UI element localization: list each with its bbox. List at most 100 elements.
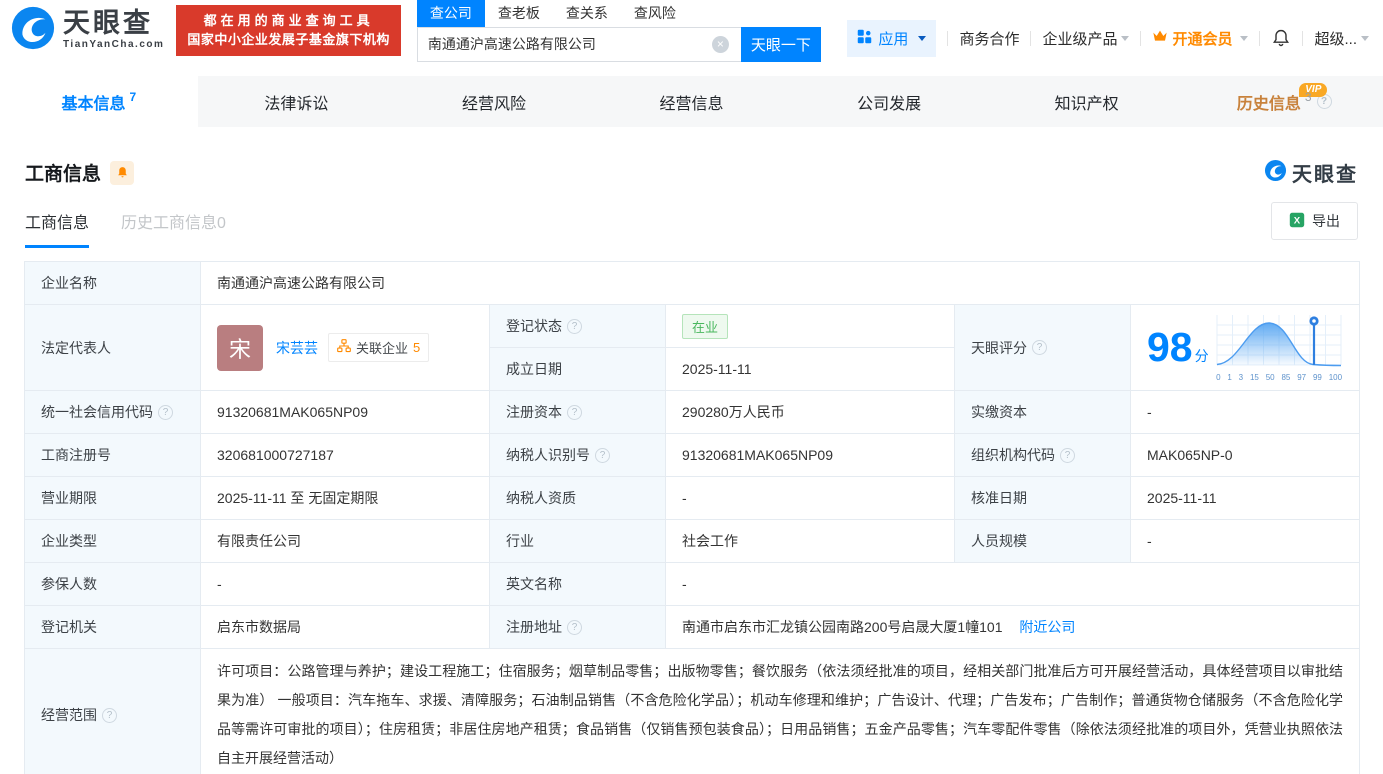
divider xyxy=(1259,30,1261,46)
search-tab-relation[interactable]: 查关系 xyxy=(553,0,621,27)
divider xyxy=(1302,30,1304,46)
field-value-legal-rep: 宋 宋芸芸 关联企业 5 xyxy=(200,304,490,391)
search-tab-boss[interactable]: 查老板 xyxy=(485,0,553,27)
chevron-down-icon xyxy=(1121,35,1130,41)
nearby-companies-link[interactable]: 附近公司 xyxy=(1019,619,1075,635)
field-label-taxpayer-qualification: 纳税人资质 xyxy=(489,476,666,520)
crown-icon xyxy=(1152,29,1168,47)
export-label: 导出 xyxy=(1312,213,1340,229)
label-text: 登记状态 xyxy=(506,318,562,334)
tab-operating-info[interactable]: 经营信息 xyxy=(593,76,791,127)
search-tab-risk[interactable]: 查风险 xyxy=(621,0,689,27)
related-companies-label: 关联企业 xyxy=(356,341,409,356)
related-companies-badge[interactable]: 关联企业 5 xyxy=(328,333,430,362)
help-icon[interactable]: ? xyxy=(102,707,117,723)
field-label-score: 天眼评分? xyxy=(954,304,1131,391)
score-distribution-chart: 0 1 3 15 50 85 97 99 100 xyxy=(1215,313,1343,382)
promo-banner[interactable]: 都在用的商业查询工具 国家中小企业发展子基金旗下机构 xyxy=(176,4,401,56)
tab-operating-risk[interactable]: 经营风险 xyxy=(395,76,593,127)
nav-business-cooperation[interactable]: 商务合作 xyxy=(959,28,1019,49)
table-row: 企业类型 有限责任公司 行业 社会工作 人员规模 - xyxy=(24,519,1361,563)
company-section-tabs: 基本信息 7 法律诉讼 经营风险 经营信息 公司发展 知识产权 VIP 历史信息… xyxy=(0,76,1383,127)
field-value-business-term: 2025-11-11 至 无固定期限 xyxy=(200,476,490,520)
subtab-business-info[interactable]: 工商信息 xyxy=(25,209,90,248)
label-text: 注册地址 xyxy=(506,619,562,635)
nav-enterprise-products[interactable]: 企业级产品 xyxy=(1042,28,1130,49)
score-value: 98 xyxy=(1147,324,1193,370)
help-icon[interactable]: ? xyxy=(158,404,173,420)
tianyancha-watermark-icon xyxy=(1264,159,1287,187)
field-value-establish-date: 2025-11-11 xyxy=(665,347,955,391)
search-tab-company[interactable]: 查公司 xyxy=(416,0,485,27)
table-row: 统一社会信用代码? 91320681MAK065NP09 注册资本? 29028… xyxy=(24,390,1361,434)
help-icon[interactable]: ? xyxy=(567,404,582,420)
section-title: 工商信息 xyxy=(25,164,102,185)
tab-count: 7 xyxy=(129,89,137,104)
help-icon[interactable]: ? xyxy=(1032,340,1047,355)
tab-count: 3 xyxy=(1304,89,1312,104)
status-badge: 在业 xyxy=(682,313,729,339)
help-icon[interactable]: ? xyxy=(567,619,582,635)
apps-menu[interactable]: 应用 xyxy=(847,19,937,57)
search-tabs: 查公司 查老板 查关系 查风险 xyxy=(416,0,821,27)
field-value-reg-number: 320681000727187 xyxy=(200,433,490,477)
org-chart-icon xyxy=(337,339,351,356)
chevron-down-icon xyxy=(1361,35,1369,41)
label-text: 纳税人识别号 xyxy=(506,447,590,463)
search-button[interactable]: 天眼一下 xyxy=(740,26,821,62)
table-row: 营业期限 2025-11-11 至 无固定期限 纳税人资质 - 核准日期 202… xyxy=(24,476,1361,520)
notification-bell-icon[interactable] xyxy=(1271,28,1291,48)
section-header: 工商信息 天眼查 xyxy=(0,158,1383,187)
field-label-company-type: 企业类型 xyxy=(24,519,201,563)
help-icon[interactable]: ? xyxy=(567,318,582,334)
legal-rep-name-link[interactable]: 宋芸芸 xyxy=(276,338,318,358)
table-row: 工商注册号 320681000727187 纳税人识别号? 91320681MA… xyxy=(24,433,1361,477)
svg-text:X: X xyxy=(1294,215,1301,226)
search-input[interactable] xyxy=(416,26,741,62)
subtab-history-business-info[interactable]: 历史工商信息0 xyxy=(121,209,226,248)
user-menu[interactable]: 超级... xyxy=(1314,28,1369,49)
tab-label: 经营风险 xyxy=(461,95,526,113)
legal-rep-avatar[interactable]: 宋 xyxy=(217,324,263,371)
tab-intellectual-property[interactable]: 知识产权 xyxy=(988,76,1186,127)
tab-company-development[interactable]: 公司发展 xyxy=(790,76,988,127)
chevron-down-icon xyxy=(918,35,927,41)
field-label-taxpayer-id: 纳税人识别号? xyxy=(489,433,666,477)
field-label-legal-rep: 法定代表人 xyxy=(24,304,201,391)
table-row: 参保人数 - 英文名称 - xyxy=(24,562,1361,606)
tianyancha-logo[interactable]: 天眼查 TianYanCha.com xyxy=(10,5,164,56)
label-text: 组织机构代码 xyxy=(971,447,1055,463)
field-value-taxpayer-qualification: - xyxy=(665,476,955,520)
help-icon[interactable]: ? xyxy=(1060,447,1075,463)
field-label-establish-date: 成立日期 xyxy=(489,347,666,391)
clear-icon[interactable]: × xyxy=(711,35,729,53)
field-label-credit-code: 统一社会信用代码? xyxy=(24,390,201,434)
field-label-reg-status: 登记状态? xyxy=(489,304,666,348)
tab-label: 历史信息 xyxy=(1236,95,1301,113)
export-button[interactable]: X 导出 xyxy=(1271,202,1358,240)
subscribe-bell-icon[interactable] xyxy=(110,160,135,185)
help-icon[interactable]: ? xyxy=(595,447,610,463)
tab-legal-litigation[interactable]: 法律诉讼 xyxy=(198,76,396,127)
tab-history-info[interactable]: VIP 历史信息 3 ? xyxy=(1185,76,1383,127)
tab-label: 法律诉讼 xyxy=(264,95,329,113)
logo-domain: TianYanCha.com xyxy=(63,39,165,50)
field-label-reg-number: 工商注册号 xyxy=(24,433,201,477)
label-text: 统一社会信用代码 xyxy=(41,404,153,420)
apps-label: 应用 xyxy=(878,30,909,48)
field-value-taxpayer-id: 91320681MAK065NP09 xyxy=(665,433,955,477)
field-value-credit-code: 91320681MAK065NP09 xyxy=(200,390,490,434)
open-vip-button[interactable]: 开通会员 xyxy=(1152,28,1249,49)
score-chart-axis: 0 1 3 15 50 85 97 99 100 xyxy=(1216,373,1343,382)
tab-basic-info[interactable]: 基本信息 7 xyxy=(0,76,198,127)
chevron-down-icon xyxy=(1240,35,1249,41)
promo-banner-line2: 国家中小企业发展子基金旗下机构 xyxy=(187,32,390,47)
business-info-table: 企业名称 南通通沪高速公路有限公司 法定代表人 宋 宋芸芸 关联企业 5 登记状… xyxy=(24,261,1361,774)
logo-title: 天眼查 xyxy=(63,8,153,38)
divider xyxy=(1140,30,1142,46)
field-value-reg-address: 南通市启东市汇龙镇公园南路200号启晟大厦1幢101 附近公司 xyxy=(664,605,1361,649)
top-header: 天眼查 TianYanCha.com 都在用的商业查询工具 国家中小企业发展子基… xyxy=(0,0,1383,62)
field-label-business-term: 营业期限 xyxy=(24,476,201,520)
field-value-staff-size: - xyxy=(1129,519,1361,563)
score-number: 98 分 xyxy=(1147,327,1209,368)
